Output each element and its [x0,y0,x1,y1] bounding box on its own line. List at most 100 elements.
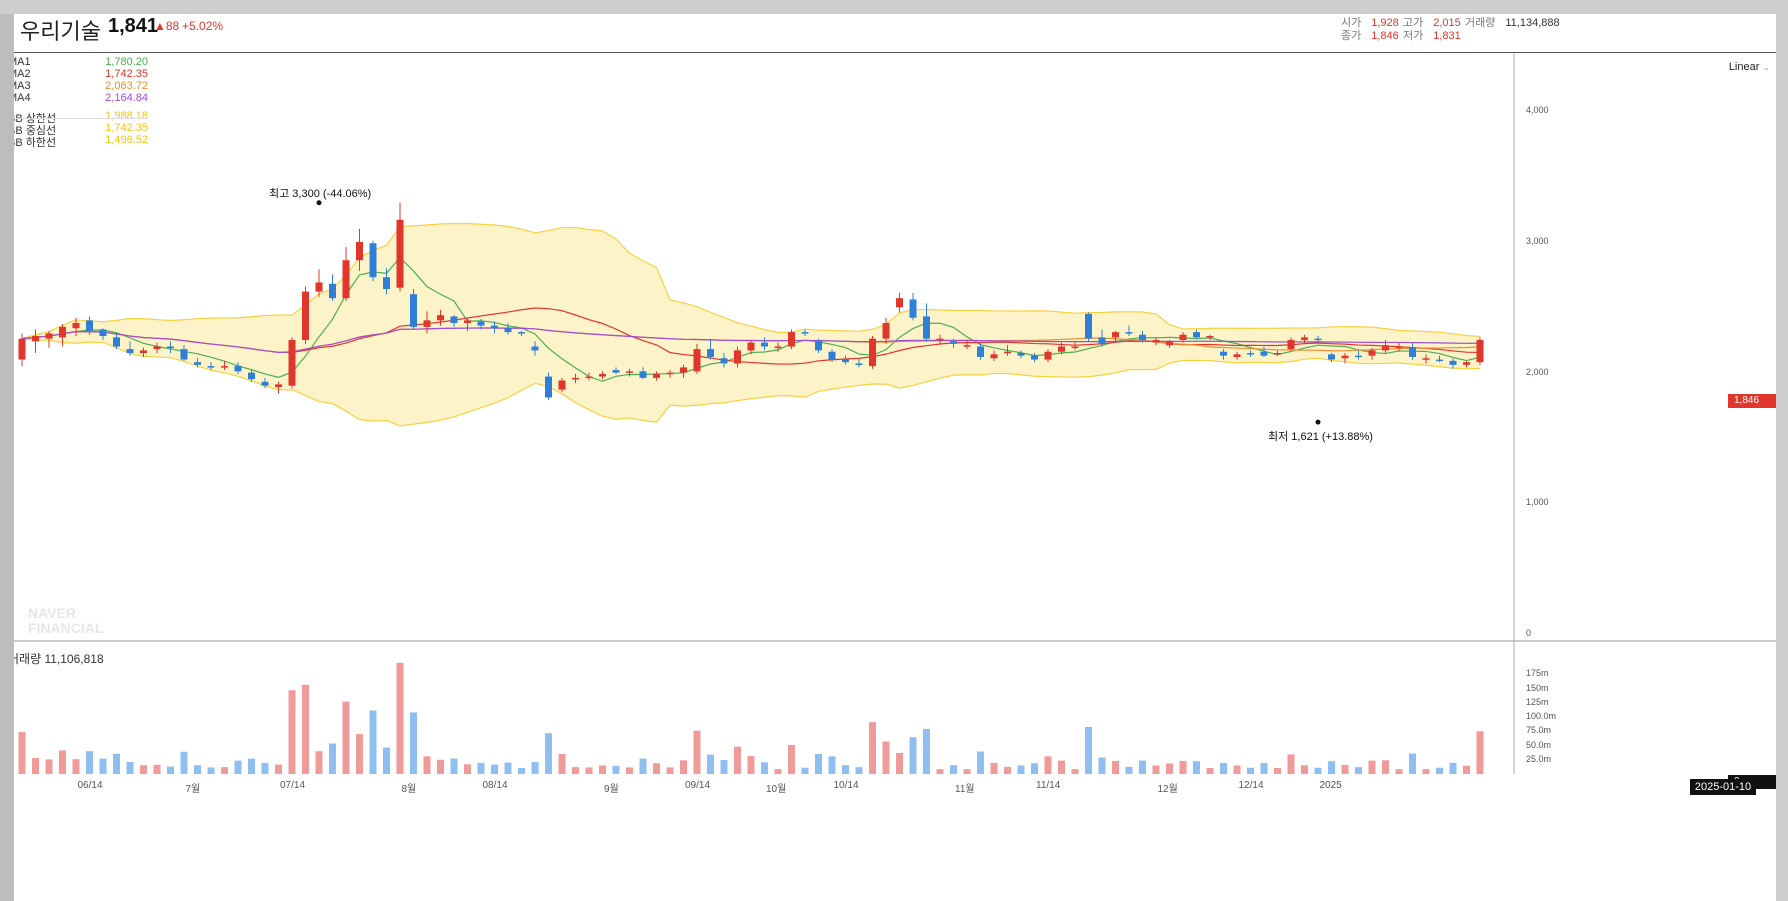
volume-bar [639,758,647,774]
volume-bar [1395,769,1403,774]
annotation-dot [316,200,322,206]
volume-bar [153,764,161,774]
volume-bar [707,754,714,774]
volume-bar [572,767,579,774]
volume-bar [504,762,512,774]
volume-bar [329,743,336,774]
legend-label: MA3 [14,80,31,92]
volume-bar [990,762,998,774]
volume-bar [545,733,552,774]
candle [302,286,309,344]
volume-bar [1301,765,1308,774]
volume-bar [518,768,525,774]
legend-value: 2,164.84 [105,92,148,104]
candle-body [977,346,984,357]
candle-body [531,346,539,351]
candle-body [72,322,80,329]
candle-body [1395,346,1403,348]
candle [1476,337,1484,365]
current-price-tag: 1,846 [1728,394,1776,408]
volume-bar [1017,765,1025,774]
candle-body [693,349,701,372]
extreme-annotation: 최고 3,300 (-44.06%) [269,187,372,200]
candle-body [1436,359,1443,362]
x-axis-label: 10월 [766,784,787,795]
candle-body [437,315,444,321]
candle-body [680,367,687,373]
volume-bar [1098,757,1106,774]
volume-bar [923,728,930,774]
volume-bar [45,759,53,774]
candle-body [747,342,755,351]
candle-body [383,277,390,289]
candle-body [1166,341,1173,346]
candle-body [369,243,377,278]
volume-title: 거래량 11,106,818 [14,652,104,666]
volume-bar [747,756,755,774]
candle-body [302,291,309,340]
bollinger-band-fill [22,223,1480,426]
candle-body [1004,351,1011,354]
candle [396,202,404,292]
volume-bar [1463,765,1470,774]
volume-bar [396,662,404,774]
volume-bar [275,764,282,774]
volume-bar [734,746,741,774]
candle-body [423,320,431,327]
volume-bar [1476,731,1484,774]
candle-body [1058,346,1065,352]
volume-bar [423,756,431,774]
volume-bar [410,712,417,774]
x-axis-label: 12월 [1157,784,1178,795]
candle [1085,312,1092,342]
candle-body [761,342,768,347]
watermark-logo: NAVER FINANCIAL [28,605,104,636]
legend-item: BB 하한선 1,496.52 [14,134,148,149]
volume-axis-label: 125m [1526,696,1549,707]
volume-bar [302,684,309,774]
x-axis-label: 09/14 [685,780,711,791]
legend-value: 1,780.20 [105,56,148,68]
price-chart[interactable] [14,14,1776,901]
candle-body [329,283,336,299]
volume-axis-label: 75.0m [1526,725,1552,736]
volume-bar [1436,767,1443,774]
volume-bar [464,764,471,774]
candle-body [707,349,714,357]
volume-bar [1179,760,1187,774]
window-edge [0,14,14,901]
annotation-dot [1315,419,1321,425]
extreme-annotation: 최저 1,621 (+13.88%) [1268,431,1373,444]
volume-bar [491,764,498,774]
volume-bar [342,701,350,774]
legend-divider [14,118,148,119]
volume-bar [1422,769,1430,774]
volume-bar [72,759,80,774]
candle-body [261,381,269,386]
legend-label: MA4 [14,92,31,104]
volume-bar [626,767,633,774]
candle-body [180,349,188,360]
candle-body [1341,355,1349,359]
candle-body [1031,355,1038,360]
volume-bar [558,754,566,774]
candle [869,336,876,369]
candle-body [1044,351,1052,360]
legend-value: 1,742.35 [105,122,148,134]
scale-mode-button[interactable]: Linear ⌄ [1729,61,1770,73]
volume-bar [585,767,593,774]
volume-bar [1085,726,1092,774]
legend-label: BB 하한선 [14,137,57,149]
candle-body [288,339,296,386]
legend-value: 1,496.52 [105,134,148,146]
price-axis-label: 4,000 [1526,105,1549,116]
volume-bar [1166,763,1173,774]
candle-body [450,316,458,323]
candle-body [572,377,579,380]
volume-bar [1260,762,1268,774]
volume-bar [977,751,984,774]
candle-body [126,349,134,354]
volume-bar [1004,766,1011,774]
volume-bar [720,760,728,774]
volume-bar [99,758,107,774]
